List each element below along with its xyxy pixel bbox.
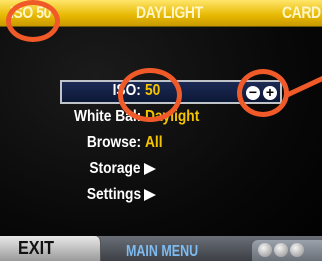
annotation-circle-adjust <box>237 69 289 117</box>
status-storage: CARD <box>282 3 321 22</box>
annotation-circle-iso-value <box>118 68 182 122</box>
three-dots-icon <box>258 243 272 257</box>
submenu-arrow-icon <box>144 163 156 175</box>
three-dots-icon <box>274 243 288 257</box>
status-white-balance: DAYLIGHT <box>136 3 203 22</box>
footer-title: MAIN MENU <box>126 243 199 260</box>
submenu-arrow-icon <box>144 189 156 201</box>
menu-label-settings: Settings <box>86 186 141 203</box>
exit-button-label: EXIT <box>18 238 55 258</box>
menu-row-storage[interactable]: Storage <box>0 160 322 182</box>
three-dots-icon <box>290 243 304 257</box>
camera-screen: ISO 50 DAYLIGHT CARD ISO: 50 − + White B… <box>0 0 322 261</box>
menu-row-settings[interactable]: Settings <box>0 186 322 208</box>
annotation-circle-iso-status <box>6 0 60 42</box>
menu-label-browse: Browse: <box>86 134 141 151</box>
menu-value-browse: All <box>145 134 163 151</box>
menu-row-browse[interactable]: Browse: All <box>0 134 322 156</box>
menu-label-storage: Storage <box>89 160 141 177</box>
